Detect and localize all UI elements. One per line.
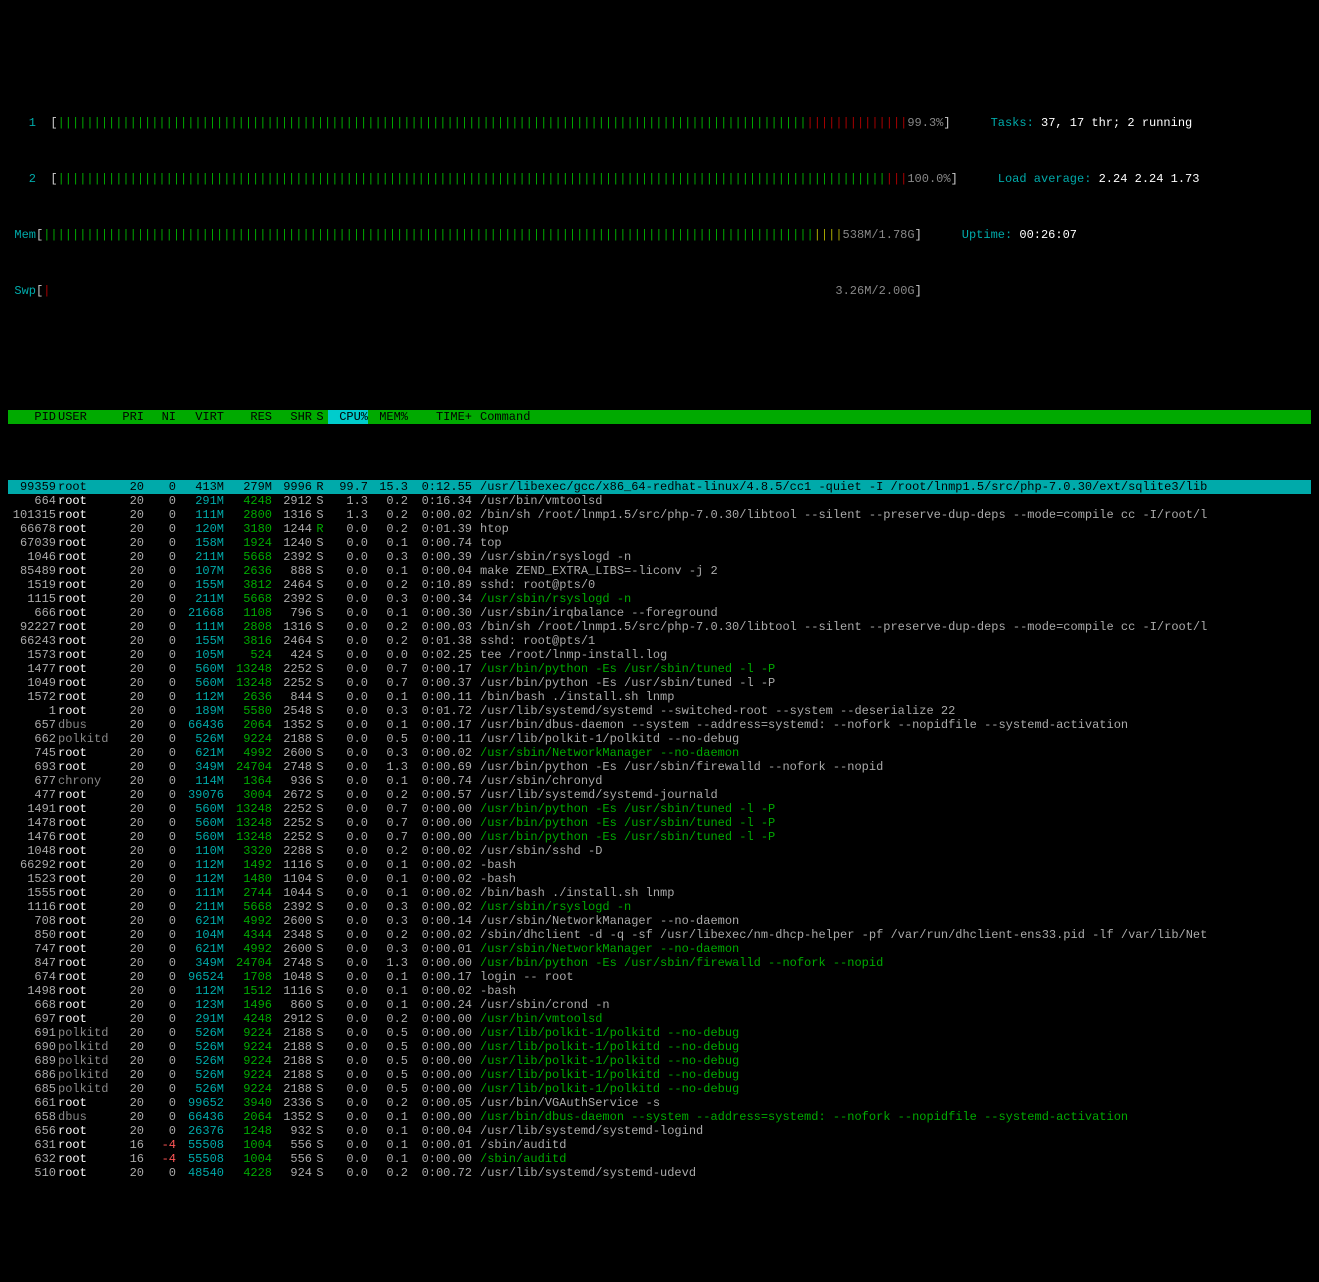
swp-value: 3.26M/2.00G xyxy=(835,284,914,298)
cpu2-value: 100.0% xyxy=(907,172,950,186)
header-pri[interactable]: PRI xyxy=(112,410,144,424)
process-row[interactable]: 67039root200158M19241240S0.00.10:00.74to… xyxy=(8,536,1311,550)
mem-label: Mem xyxy=(8,228,36,242)
process-row[interactable]: 66678root200120M31801244R0.00.20:01.39ht… xyxy=(8,522,1311,536)
cpu1-value: 99.3% xyxy=(907,116,943,130)
process-row[interactable]: 510root200485404228924S0.00.20:00.72/usr… xyxy=(8,1166,1311,1180)
process-row[interactable]: 101315root200111M28001316S1.30.20:00.02/… xyxy=(8,508,1311,522)
swp-label: Swp xyxy=(8,284,36,298)
process-row[interactable]: 847root200349M247042748S0.01.30:00.00/us… xyxy=(8,956,1311,970)
process-row[interactable]: 1523root200112M14801104S0.00.10:00.02-ba… xyxy=(8,872,1311,886)
header-ni[interactable]: NI xyxy=(144,410,176,424)
process-row[interactable]: 1048root200110M33202288S0.00.20:00.02/us… xyxy=(8,844,1311,858)
process-row[interactable]: 1root200189M55802548S0.00.30:01.72/usr/l… xyxy=(8,704,1311,718)
process-row[interactable]: 99359root200413M279M9996R99.715.30:12.55… xyxy=(8,480,1311,494)
process-row[interactable]: 1115root200211M56682392S0.00.30:00.34/us… xyxy=(8,592,1311,606)
process-row[interactable]: 1476root200560M132482252S0.00.70:00.00/u… xyxy=(8,830,1311,844)
process-row[interactable]: 666root200216681108796S0.00.10:00.30/usr… xyxy=(8,606,1311,620)
process-row[interactable]: 656root200263761248932S0.00.10:00.04/usr… xyxy=(8,1124,1311,1138)
header-command[interactable]: Command xyxy=(472,410,1311,424)
tasks-stats: Tasks: 37, 17 thr; 2 running xyxy=(951,116,1193,130)
htop-terminal: 1 [|||||||||||||||||||||||||||||||||||||… xyxy=(0,56,1319,1212)
process-row[interactable]: 477root2003907630042672S0.00.20:00.57/us… xyxy=(8,788,1311,802)
process-row[interactable]: 85489root200107M2636888S0.00.10:00.04mak… xyxy=(8,564,1311,578)
process-row[interactable]: 850root200104M43442348S0.00.20:00.02/sbi… xyxy=(8,928,1311,942)
mem-meter: Mem [|||||||||||||||||||||||||||||||||||… xyxy=(8,228,1311,242)
process-row[interactable]: 689polkitd200526M92242188S0.00.50:00.00/… xyxy=(8,1054,1311,1068)
process-row[interactable]: 1046root200211M56682392S0.00.30:00.39/us… xyxy=(8,550,1311,564)
cpu1-bar: ||||||||||||||||||||||||||||||||||||||||… xyxy=(58,116,908,130)
process-row[interactable]: 690polkitd200526M92242188S0.00.50:00.00/… xyxy=(8,1040,1311,1054)
header-virt[interactable]: VIRT xyxy=(176,410,224,424)
process-row[interactable]: 1478root200560M132482252S0.00.70:00.00/u… xyxy=(8,816,1311,830)
process-row[interactable]: 693root200349M247042748S0.01.30:00.69/us… xyxy=(8,760,1311,774)
process-header[interactable]: PID USER PRI NI VIRT RES SHR S CPU% MEM%… xyxy=(8,410,1311,424)
process-row[interactable]: 632root16-4555081004556S0.00.10:00.00/sb… xyxy=(8,1152,1311,1166)
process-row[interactable]: 631root16-4555081004556S0.00.10:00.01/sb… xyxy=(8,1138,1311,1152)
header-shr[interactable]: SHR xyxy=(272,410,312,424)
load-stats: Load average: 2.24 2.24 1.73 xyxy=(958,172,1200,186)
process-row[interactable]: 697root200291M42482912S0.00.20:00.00/usr… xyxy=(8,1012,1311,1026)
process-row[interactable]: 668root200123M1496860S0.00.10:00.24/usr/… xyxy=(8,998,1311,1012)
process-row[interactable]: 1477root200560M132482252S0.00.70:00.17/u… xyxy=(8,662,1311,676)
process-row[interactable]: 1573root200105M524424S0.00.00:02.25tee /… xyxy=(8,648,1311,662)
cpu2-label: 2 xyxy=(8,172,36,186)
process-row[interactable]: 664root200291M42482912S1.30.20:16.34/usr… xyxy=(8,494,1311,508)
process-row[interactable]: 1498root200112M15121116S0.00.10:00.02-ba… xyxy=(8,984,1311,998)
process-row[interactable]: 1519root200155M38122464S0.00.20:10.89ssh… xyxy=(8,578,1311,592)
header-user[interactable]: USER xyxy=(56,410,112,424)
process-row[interactable]: 66292root200112M14921116S0.00.10:00.02-b… xyxy=(8,858,1311,872)
process-row[interactable]: 708root200621M49922600S0.00.30:00.14/usr… xyxy=(8,914,1311,928)
process-row[interactable]: 661root2009965239402336S0.00.20:00.05/us… xyxy=(8,1096,1311,1110)
header-res[interactable]: RES xyxy=(224,410,272,424)
process-row[interactable]: 657dbus2006643620641352S0.00.10:00.17/us… xyxy=(8,718,1311,732)
header-pid[interactable]: PID xyxy=(8,410,56,424)
process-row[interactable]: 1555root200111M27441044S0.00.10:00.02/bi… xyxy=(8,886,1311,900)
cpu1-meter: 1 [|||||||||||||||||||||||||||||||||||||… xyxy=(8,116,1311,130)
cpu2-meter: 2 [|||||||||||||||||||||||||||||||||||||… xyxy=(8,172,1311,186)
process-row[interactable]: 1116root200211M56682392S0.00.30:00.02/us… xyxy=(8,900,1311,914)
process-row[interactable]: 747root200621M49922600S0.00.30:00.01/usr… xyxy=(8,942,1311,956)
header-time[interactable]: TIME+ xyxy=(408,410,472,424)
process-row[interactable]: 691polkitd200526M92242188S0.00.50:00.00/… xyxy=(8,1026,1311,1040)
process-row[interactable]: 745root200621M49922600S0.00.30:00.02/usr… xyxy=(8,746,1311,760)
process-row[interactable]: 92227root200111M28081316S0.00.20:00.03/b… xyxy=(8,620,1311,634)
process-list[interactable]: 99359root200413M279M9996R99.715.30:12.55… xyxy=(8,480,1311,1180)
mem-bar: ||||||||||||||||||||||||||||||||||||||||… xyxy=(43,228,842,242)
swp-meter: Swp [|3.26M/2.00G] xyxy=(8,284,1311,298)
uptime-stats: Uptime: 00:26:07 xyxy=(922,228,1077,242)
process-row[interactable]: 662polkitd200526M92242188S0.00.50:00.11/… xyxy=(8,732,1311,746)
process-row[interactable]: 1491root200560M132482252S0.00.70:00.00/u… xyxy=(8,802,1311,816)
header-mem[interactable]: MEM% xyxy=(368,410,408,424)
cpu1-label: 1 xyxy=(8,116,36,130)
process-row[interactable]: 685polkitd200526M92242188S0.00.50:00.00/… xyxy=(8,1082,1311,1096)
process-row[interactable]: 66243root200155M38162464S0.00.20:01.38ss… xyxy=(8,634,1311,648)
process-row[interactable]: 1049root200560M132482252S0.00.70:00.37/u… xyxy=(8,676,1311,690)
process-row[interactable]: 1572root200112M2636844S0.00.10:00.11/bin… xyxy=(8,690,1311,704)
swp-bar: | xyxy=(43,284,835,298)
mem-value: 538M/1.78G xyxy=(843,228,915,242)
process-row[interactable]: 677chrony200114M1364936S0.00.10:00.74/us… xyxy=(8,774,1311,788)
process-row[interactable]: 686polkitd200526M92242188S0.00.50:00.00/… xyxy=(8,1068,1311,1082)
process-row[interactable]: 674root2009652417081048S0.00.10:00.17log… xyxy=(8,970,1311,984)
cpu2-bar: ||||||||||||||||||||||||||||||||||||||||… xyxy=(58,172,908,186)
header-s[interactable]: S xyxy=(312,410,328,424)
header-cpu[interactable]: CPU% xyxy=(328,410,368,424)
process-row[interactable]: 658dbus2006643620641352S0.00.10:00.00/us… xyxy=(8,1110,1311,1124)
